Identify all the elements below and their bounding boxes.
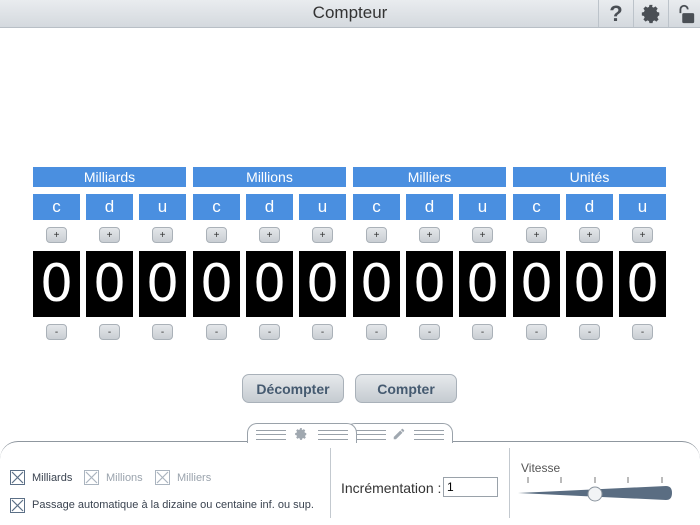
decrement-button[interactable]: -: [46, 324, 67, 340]
place-label-c: c: [33, 194, 80, 220]
digit-display: 0: [193, 251, 240, 317]
place-label-u: u: [139, 194, 186, 220]
tab-decoration: [256, 430, 286, 440]
digit-display: 0: [299, 251, 346, 317]
increment-button[interactable]: +: [632, 227, 653, 243]
place-label-d: d: [566, 194, 613, 220]
gear-icon: [641, 4, 660, 23]
milliards-label: Milliards: [32, 472, 73, 484]
increment-button[interactable]: +: [419, 227, 440, 243]
place-label-c: c: [353, 194, 400, 220]
settings-button[interactable]: [633, 0, 668, 27]
place-label-d: d: [406, 194, 453, 220]
place-label-u: u: [299, 194, 346, 220]
question-mark-icon: ?: [609, 0, 623, 26]
tab-decoration: [414, 430, 444, 440]
tab-edit[interactable]: [345, 423, 453, 443]
decount-button[interactable]: Décompter: [242, 374, 344, 403]
group-header-millions: Millions: [193, 167, 346, 187]
pencil-icon: [393, 428, 405, 440]
settings-panel: Milliards Millions Milliers Passage auto…: [0, 441, 700, 525]
decrement-button[interactable]: -: [419, 324, 440, 340]
divider: [330, 448, 331, 518]
count-button[interactable]: Compter: [355, 374, 457, 403]
digit-display: 0: [513, 251, 560, 317]
increment-button[interactable]: +: [259, 227, 280, 243]
millions-label: Millions: [106, 472, 143, 484]
milliers-label: Milliers: [177, 472, 212, 484]
place-label-c: c: [193, 194, 240, 220]
lock-icon: [679, 4, 695, 23]
decrement-button[interactable]: -: [206, 324, 227, 340]
place-label-d: d: [246, 194, 293, 220]
increment-button[interactable]: +: [526, 227, 547, 243]
increment-button[interactable]: +: [579, 227, 600, 243]
decrement-button[interactable]: -: [366, 324, 387, 340]
milliers-checkbox[interactable]: [155, 470, 170, 485]
digit-display: 0: [246, 251, 293, 317]
digit-display: 0: [566, 251, 613, 317]
divider: [509, 448, 510, 518]
digit-display: 0: [406, 251, 453, 317]
increment-button[interactable]: +: [46, 227, 67, 243]
tab-decoration: [356, 430, 386, 440]
increment-button[interactable]: +: [99, 227, 120, 243]
decrement-button[interactable]: -: [259, 324, 280, 340]
decrement-button[interactable]: -: [526, 324, 547, 340]
place-label-d: d: [86, 194, 133, 220]
place-label-u: u: [619, 194, 666, 220]
digit-display: 0: [353, 251, 400, 317]
decrement-button[interactable]: -: [632, 324, 653, 340]
help-button[interactable]: ?: [598, 0, 633, 27]
tab-decoration: [318, 430, 348, 440]
window-title: Compteur: [312, 3, 388, 22]
milliards-checkbox[interactable]: [10, 470, 25, 485]
slider-thumb: [587, 486, 603, 502]
group-header-unites: Unités: [513, 167, 666, 187]
place-label-c: c: [513, 194, 560, 220]
increment-label: Incrémentation :: [341, 480, 442, 496]
decrement-button[interactable]: -: [579, 324, 600, 340]
tab-settings[interactable]: [247, 423, 357, 443]
group-header-milliards: Milliards: [33, 167, 186, 187]
increment-button[interactable]: +: [366, 227, 387, 243]
increment-button[interactable]: +: [152, 227, 173, 243]
digit-display: 0: [33, 251, 80, 317]
increment-button[interactable]: +: [206, 227, 227, 243]
decrement-button[interactable]: -: [312, 324, 333, 340]
auto-carry-label: Passage automatique à la dizaine ou cent…: [32, 499, 314, 511]
increment-button[interactable]: +: [312, 227, 333, 243]
millions-checkbox[interactable]: [84, 470, 99, 485]
auto-carry-checkbox[interactable]: [10, 498, 25, 513]
increment-button[interactable]: +: [472, 227, 493, 243]
gear-icon: [295, 428, 307, 440]
speed-label: Vitesse: [521, 461, 561, 475]
title-bar: Compteur ?: [0, 0, 700, 28]
digit-display: 0: [459, 251, 506, 317]
lock-button[interactable]: [668, 0, 700, 27]
decrement-button[interactable]: -: [472, 324, 493, 340]
increment-input[interactable]: [443, 477, 498, 497]
digit-display: 0: [86, 251, 133, 317]
decrement-button[interactable]: -: [99, 324, 120, 340]
group-header-milliers: Milliers: [353, 167, 506, 187]
decrement-button[interactable]: -: [152, 324, 173, 340]
speed-slider[interactable]: [516, 475, 676, 507]
place-label-u: u: [459, 194, 506, 220]
digit-display: 0: [139, 251, 186, 317]
digit-display: 0: [619, 251, 666, 317]
